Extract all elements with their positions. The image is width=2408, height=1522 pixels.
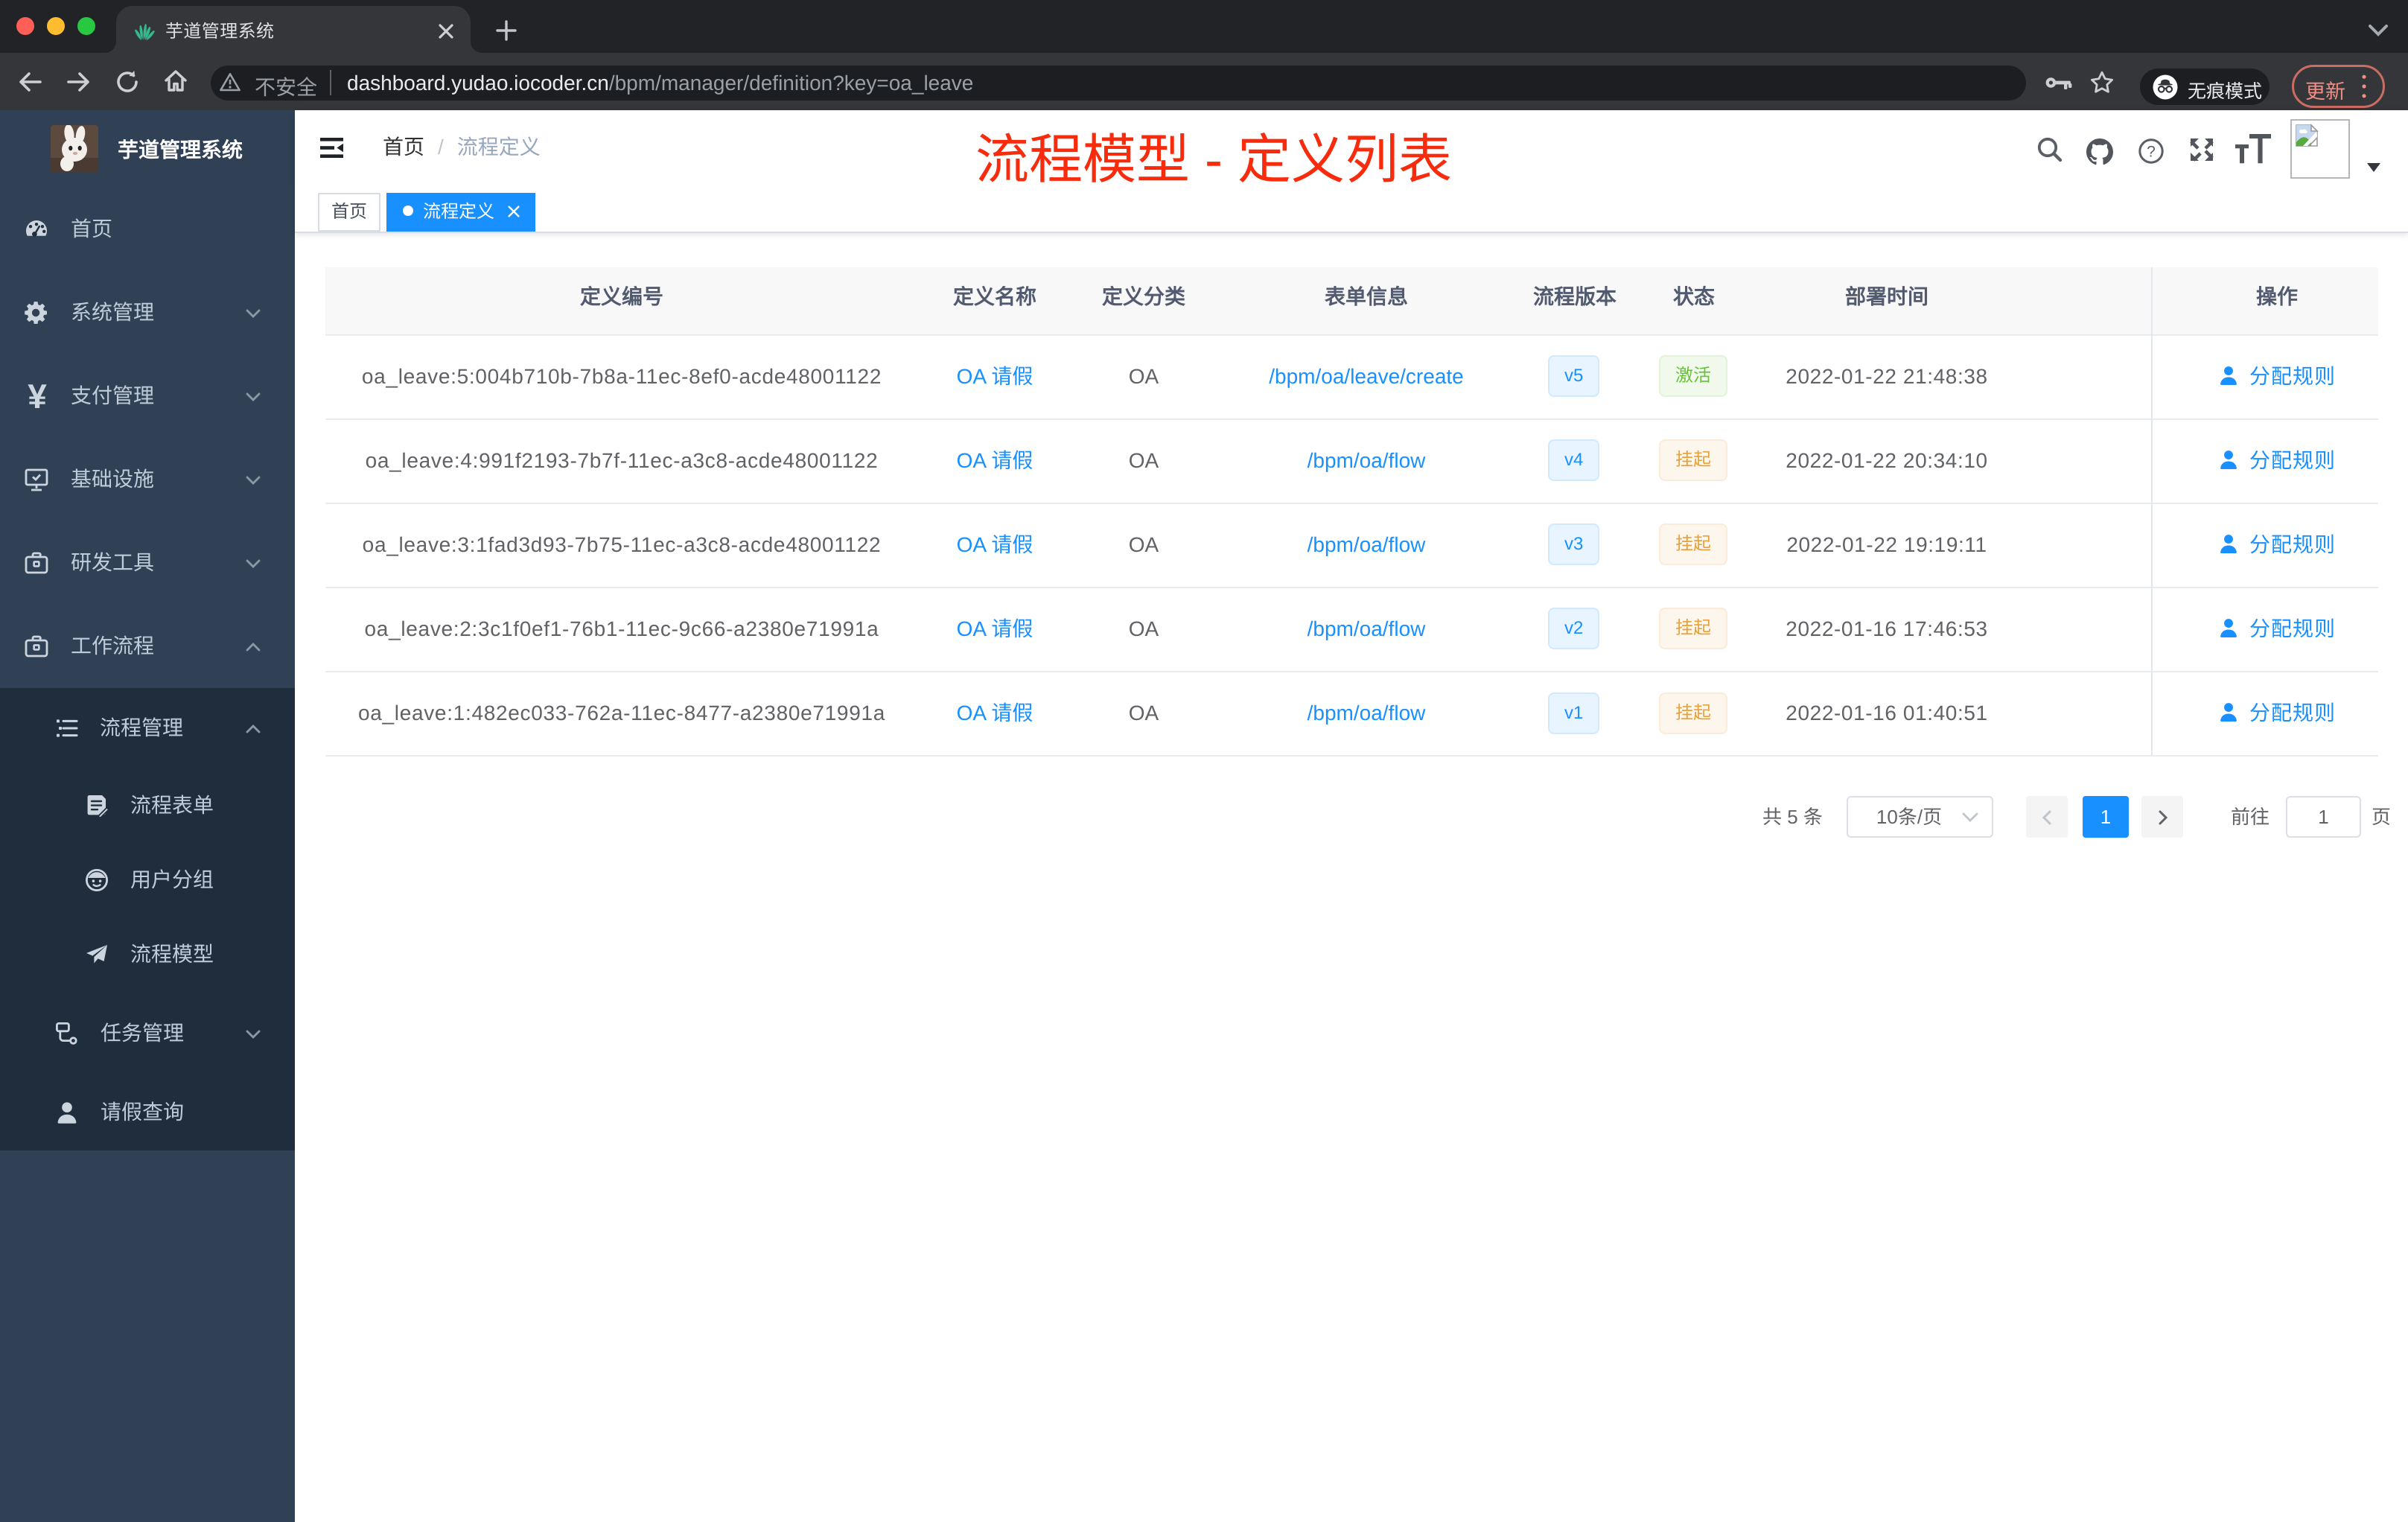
svg-text:?: ?	[2147, 143, 2156, 161]
